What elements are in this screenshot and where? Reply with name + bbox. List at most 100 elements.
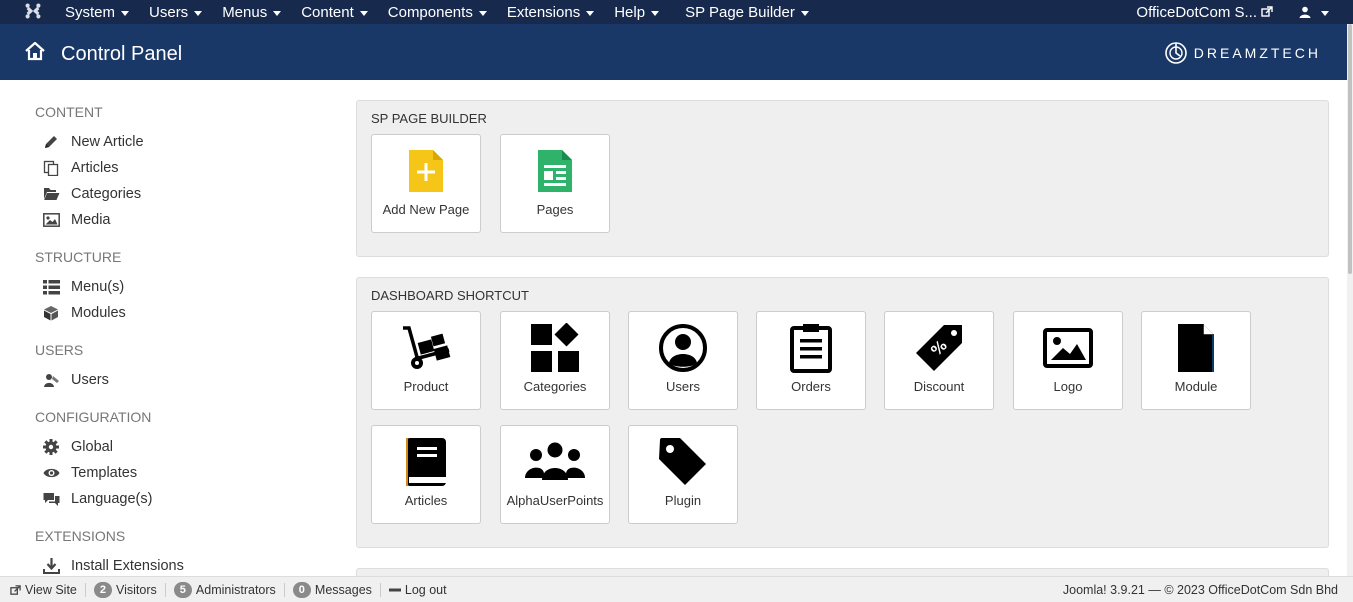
tile-categories[interactable]: Categories bbox=[500, 311, 610, 410]
tile-logo[interactable]: Logo bbox=[1013, 311, 1123, 410]
tile-label: Orders bbox=[791, 379, 831, 394]
home-icon bbox=[25, 41, 45, 61]
copy-icon bbox=[42, 160, 60, 176]
user-circle-icon bbox=[629, 322, 737, 374]
menu-users-label: Users bbox=[149, 3, 189, 21]
main-menu: System Users Menus Content Components Ex… bbox=[65, 0, 829, 24]
eye-icon bbox=[42, 465, 60, 481]
scrollbar[interactable] bbox=[1347, 24, 1353, 576]
administrators-link[interactable]: 5 Administrators bbox=[166, 582, 285, 598]
tile-product[interactable]: Product bbox=[371, 311, 481, 410]
menu-help-label: Help bbox=[614, 3, 646, 21]
messages-label: Messages bbox=[314, 583, 372, 597]
menu-users[interactable]: Users bbox=[149, 3, 203, 21]
topbar-right: OfficeDotCom S... bbox=[1136, 0, 1353, 24]
section-title-configuration: CONFIGURATION bbox=[35, 409, 152, 425]
tile-label: AlphaUserPoints bbox=[506, 493, 604, 508]
external-link-icon bbox=[1261, 6, 1273, 17]
chevron-down-icon bbox=[359, 10, 368, 16]
tile-users[interactable]: Users bbox=[628, 311, 738, 410]
chevron-down-icon bbox=[273, 10, 282, 16]
sidebar-item-media[interactable]: Media bbox=[42, 212, 111, 228]
sidebar-item-users[interactable]: Users bbox=[42, 372, 109, 388]
scrollbar-thumb[interactable] bbox=[1348, 24, 1352, 274]
sidebar-item-menus[interactable]: Menu(s) bbox=[42, 279, 124, 295]
menu-system[interactable]: System bbox=[65, 3, 130, 21]
view-site-label: View Site bbox=[25, 583, 77, 597]
sidebar-item-label: Language(s) bbox=[71, 491, 153, 507]
tile-articles[interactable]: Articles bbox=[371, 425, 481, 524]
user-icon bbox=[1299, 6, 1311, 18]
minus-icon bbox=[388, 588, 401, 592]
tile-discount[interactable]: % Discount bbox=[884, 311, 994, 410]
joomla-logo-icon[interactable] bbox=[24, 2, 42, 20]
tile-label: Add New Page bbox=[382, 202, 470, 217]
sidebar-item-label: New Article bbox=[71, 134, 144, 150]
menu-menus[interactable]: Menus bbox=[222, 3, 282, 21]
menu-extensions[interactable]: Extensions bbox=[506, 3, 595, 21]
tile-label: Logo bbox=[1053, 379, 1083, 394]
menu-content[interactable]: Content bbox=[301, 4, 368, 21]
user-menu[interactable] bbox=[1299, 6, 1329, 18]
sp-page-builder-panel: SP PAGE BUILDER Add New Page Pages bbox=[356, 100, 1329, 257]
visitors-link[interactable]: 2 Visitors bbox=[86, 582, 166, 598]
sidebar-item-label: Templates bbox=[71, 465, 138, 481]
sidebar-item-install-extensions[interactable]: Install Extensions bbox=[42, 558, 184, 574]
tile-module[interactable]: Module bbox=[1141, 311, 1251, 410]
tile-label: Product bbox=[403, 379, 449, 394]
dashboard-shortcut-panel: DASHBOARD SHORTCUT Product Categories Us… bbox=[356, 277, 1329, 548]
view-site-link[interactable]: View Site bbox=[10, 583, 86, 597]
sidebar-item-label: Modules bbox=[71, 305, 126, 321]
sidebar-item-label: Install Extensions bbox=[71, 558, 184, 574]
tile-label: Articles bbox=[404, 493, 448, 508]
menu-sp-page-builder[interactable]: SP Page Builder bbox=[685, 4, 809, 21]
user-group-icon bbox=[501, 436, 609, 488]
categories-icon bbox=[501, 322, 609, 374]
menu-components[interactable]: Components bbox=[388, 4, 487, 21]
tile-alphauserpoints[interactable]: AlphaUserPoints bbox=[500, 425, 610, 524]
cube-icon bbox=[42, 305, 60, 321]
sidebar-item-new-article[interactable]: New Article bbox=[42, 134, 144, 150]
section-title-content: CONTENT bbox=[35, 104, 103, 120]
sidebar-item-label: Users bbox=[71, 372, 109, 388]
download-icon bbox=[42, 558, 60, 574]
hand-truck-icon bbox=[372, 322, 480, 374]
site-link[interactable]: OfficeDotCom S... bbox=[1136, 4, 1273, 21]
discount-tag-icon: % bbox=[885, 322, 993, 374]
chevron-down-icon bbox=[586, 10, 595, 16]
tile-orders[interactable]: Orders bbox=[756, 311, 866, 410]
tile-add-new-page[interactable]: Add New Page bbox=[371, 134, 481, 233]
sidebar-item-languages[interactable]: Language(s) bbox=[42, 491, 152, 507]
messages-link[interactable]: 0 Messages bbox=[285, 582, 381, 598]
chevron-down-icon bbox=[121, 10, 130, 16]
status-bar: View Site 2 Visitors 5 Administrators 0 … bbox=[0, 576, 1353, 602]
menu-components-label: Components bbox=[387, 3, 473, 21]
panel-title: DASHBOARD SHORTCUT bbox=[371, 288, 529, 303]
tile-label: Module bbox=[1174, 379, 1218, 394]
comments-icon bbox=[42, 491, 60, 507]
section-title-users: USERS bbox=[35, 342, 84, 358]
tile-plugin[interactable]: Plugin bbox=[628, 425, 738, 524]
logout-link[interactable]: Log out bbox=[381, 583, 455, 597]
menu-extensions-label: Extensions bbox=[506, 3, 581, 21]
tile-label: Pages bbox=[536, 202, 574, 217]
sidebar-item-global[interactable]: Global bbox=[42, 439, 113, 455]
menu-system-label: System bbox=[65, 3, 116, 21]
tile-pages[interactable]: Pages bbox=[500, 134, 610, 233]
visitors-count-badge: 2 bbox=[93, 582, 113, 598]
sidebar-item-modules[interactable]: Modules bbox=[42, 305, 126, 321]
menu-help[interactable]: Help bbox=[614, 3, 660, 21]
sidebar-item-articles[interactable]: Articles bbox=[42, 160, 119, 176]
section-title-structure: STRUCTURE bbox=[35, 249, 122, 265]
tile-label: Users bbox=[666, 379, 700, 394]
chevron-down-icon bbox=[651, 10, 660, 16]
book-icon bbox=[372, 436, 480, 488]
sidebar-item-categories[interactable]: Categories bbox=[42, 186, 141, 202]
brand-logo[interactable]: DREAMZTECH bbox=[1164, 41, 1321, 65]
menu-menus-label: Menus bbox=[222, 3, 268, 21]
brand-text: DREAMZTECH bbox=[1193, 45, 1321, 61]
top-menubar: System Users Menus Content Components Ex… bbox=[0, 0, 1353, 24]
panel-title: SP PAGE BUILDER bbox=[371, 111, 487, 126]
sidebar-item-templates[interactable]: Templates bbox=[42, 465, 137, 481]
menu-content-label: Content bbox=[301, 3, 354, 21]
